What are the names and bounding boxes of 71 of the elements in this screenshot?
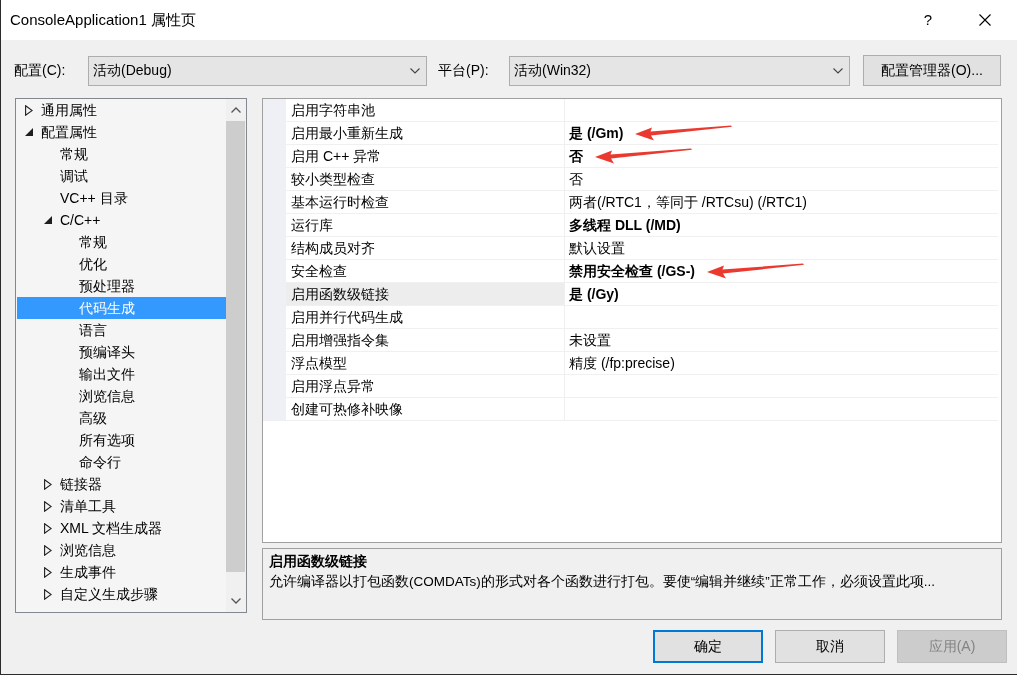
collapsed-triangle-icon[interactable] [25,104,33,116]
platform-label: 平台(P): [438,62,490,79]
tree-item[interactable]: 预编译头 [17,341,226,363]
scrollbar-thumb[interactable] [226,121,245,572]
collapsed-triangle-icon[interactable] [44,544,52,556]
tree-item[interactable]: 清单工具 [17,495,226,517]
collapsed-triangle-icon[interactable] [44,522,52,534]
dialog-button[interactable]: 取消 [775,630,885,663]
tree-item[interactable]: VC++ 目录 [17,187,226,209]
configuration-manager-button[interactable]: 配置管理器(O)... [863,55,1001,86]
property-name[interactable]: 创建可热修补映像 [286,398,564,421]
chevron-down-icon [833,67,843,74]
property-value[interactable]: 是 (/Gy) [564,283,998,306]
property-value[interactable]: 默认设置 [564,237,998,260]
chevron-down-icon [231,598,241,604]
property-value[interactable]: 否 [564,168,998,191]
tree-item[interactable]: 输出文件 [17,363,226,385]
tree-item[interactable]: 命令行 [17,451,226,473]
description-text: 允许编译器以打包函数(COMDATs)的形式对各个函数进行打包。要使“编辑并继续”正常工作，必须设置此项... [269,573,936,590]
property-value[interactable]: 禁用安全检查 (/GS-) [564,260,998,283]
configuration-label: 配置(C): [14,62,67,79]
property-name[interactable]: 启用浮点异常 [286,375,564,398]
tree-item[interactable]: 调试 [17,165,226,187]
tree-item[interactable]: 优化 [17,253,226,275]
property-name[interactable]: 基本运行时检查 [286,191,564,214]
property-value[interactable]: 否 [564,145,998,168]
collapsed-triangle-icon[interactable] [44,478,52,490]
property-name[interactable]: 启用字符串池 [286,99,564,122]
tree-item[interactable]: 常规 [17,231,226,253]
configuration-dropdown[interactable]: 活动(Debug) [88,55,427,86]
tree-item[interactable]: 自定义生成步骤 [17,583,226,605]
property-value[interactable]: 未设置 [564,329,998,352]
collapsed-triangle-icon[interactable] [44,566,52,578]
expanded-triangle-icon[interactable] [44,216,52,224]
property-name[interactable]: 启用最小重新生成 [286,122,564,145]
collapsed-triangle-icon[interactable] [44,500,52,512]
tree-item[interactable]: 生成事件 [17,561,226,583]
dialog-button[interactable]: 确定 [653,630,763,663]
tree-item[interactable]: 预处理器 [17,275,226,297]
window-title: ConsoleApplication1 属性页 [9,11,196,29]
tree-item[interactable]: 通用属性 [17,99,226,121]
help-button[interactable]: ? [905,0,951,40]
tree-item[interactable]: 配置属性 [17,121,226,143]
property-name[interactable]: 结构成员对齐 [286,237,564,260]
tree-item[interactable]: 高级 [17,407,226,429]
platform-dropdown[interactable]: 活动(Win32) [509,55,850,86]
property-name[interactable]: 启用 C++ 异常 [286,145,564,168]
tree-item[interactable]: 浏览信息 [17,385,226,407]
tree-item[interactable]: 所有选项 [17,429,226,451]
tree-item[interactable]: 语言 [17,319,226,341]
property-name[interactable]: 启用增强指令集 [286,329,564,352]
tree-item[interactable]: 链接器 [17,473,226,495]
property-value[interactable]: 是 (/Gm) [564,122,998,145]
tree-item[interactable]: C/C++ [17,209,226,231]
description-title: 启用函数级链接 [269,553,368,570]
property-value[interactable]: 多线程 DLL (/MD) [564,214,998,237]
property-value[interactable]: 两者(/RTC1，等同于 /RTCsu) (/RTC1) [564,191,998,214]
property-name[interactable]: 运行库 [286,214,564,237]
chevron-down-icon [410,67,420,74]
tree-item[interactable]: 常规 [17,143,226,165]
property-name[interactable]: 浮点模型 [286,352,564,375]
tree-item[interactable]: 浏览信息 [17,539,226,561]
tree-item[interactable]: XML 文档生成器 [17,517,226,539]
expanded-triangle-icon[interactable] [25,128,33,136]
property-name[interactable]: 较小类型检查 [286,168,564,191]
property-name[interactable]: 启用函数级链接 [286,283,564,306]
property-value[interactable]: 精度 (/fp:precise) [564,352,998,375]
property-name[interactable]: 启用并行代码生成 [286,306,564,329]
collapsed-triangle-icon[interactable] [44,588,52,600]
chevron-up-icon [231,107,241,113]
close-icon [979,14,991,26]
